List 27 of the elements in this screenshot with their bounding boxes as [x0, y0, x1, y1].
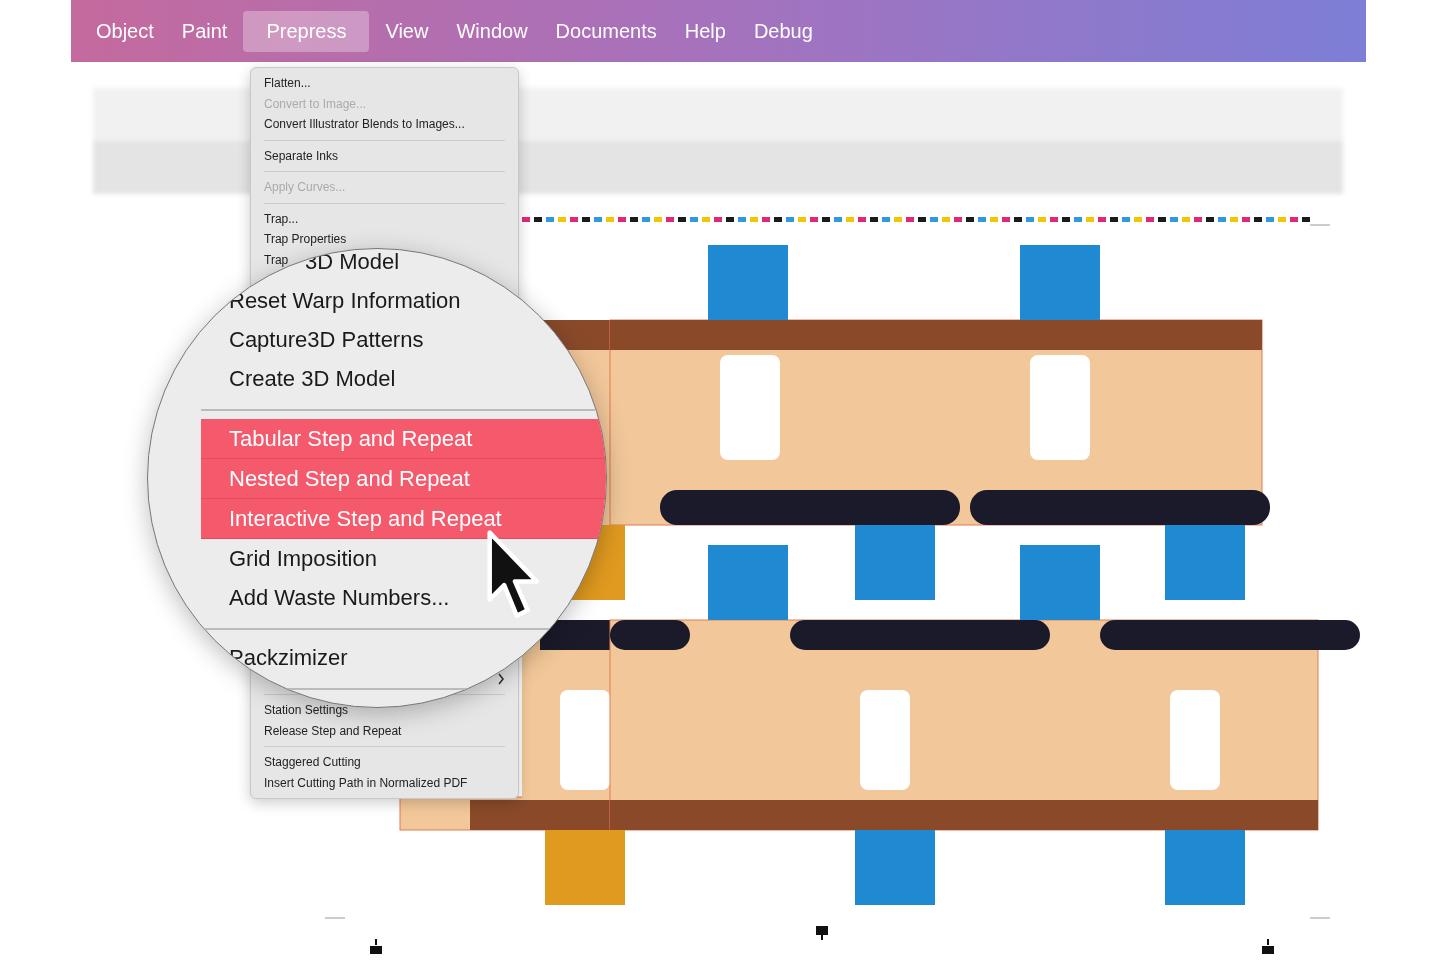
registration-mark-icon: [814, 926, 830, 942]
menu-bar-item[interactable]: Object: [84, 10, 166, 52]
menu-bar-item[interactable]: Documents: [543, 10, 669, 52]
registration-mark-icon: [368, 938, 384, 954]
menu-item[interactable]: Add Waste Numbers...: [201, 578, 606, 617]
menu-item[interactable]: Packzimizer: [201, 638, 606, 677]
menu-item[interactable]: Trap Properties: [264, 229, 505, 250]
menu-item[interactable]: Create 3D Model: [201, 359, 606, 398]
menu-bar-item[interactable]: Debug: [741, 10, 825, 52]
menu-item[interactable]: Staggered Cutting: [264, 752, 505, 773]
crop-mark: [1309, 917, 1331, 919]
menu-item[interactable]: Capture3D Patterns: [201, 320, 606, 359]
menu-item[interactable]: Trap...: [264, 208, 505, 229]
menu-bar-item[interactable]: Help: [672, 10, 738, 52]
menu-bar-item[interactable]: View: [373, 10, 441, 52]
crop-mark: [1309, 224, 1331, 226]
menu-bar-item[interactable]: Paint: [169, 10, 240, 52]
registration-mark-icon: [1260, 938, 1276, 954]
menu-item[interactable]: Separate Inks: [264, 145, 505, 166]
menu-item[interactable]: Release Step and Repeat: [264, 720, 505, 741]
menu-item[interactable]: Convert Illustrator Blends to Images...: [264, 114, 505, 135]
chevron-right-icon: [497, 673, 505, 685]
menu-item[interactable]: Flatten...: [264, 73, 505, 94]
menu-item[interactable]: Insert Cutting Path in Normalized PDF: [264, 772, 505, 793]
menu-bar-item[interactable]: Window: [444, 10, 540, 52]
menu-item[interactable]: Grid Imposition: [201, 539, 606, 578]
crop-mark: [324, 917, 346, 919]
